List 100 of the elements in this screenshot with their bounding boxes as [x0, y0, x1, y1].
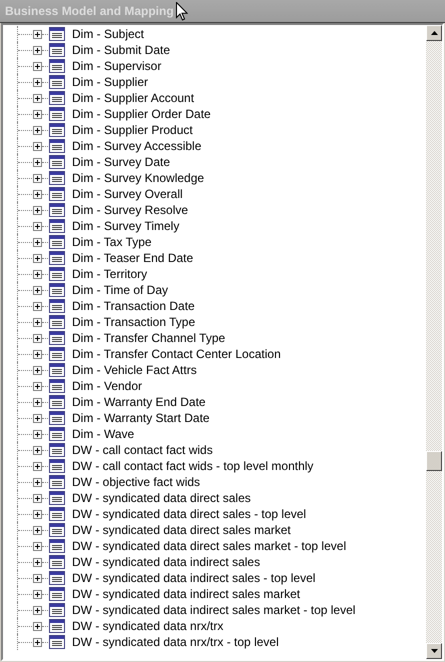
table-icon — [49, 171, 65, 185]
expand-toggle-icon[interactable] — [33, 110, 42, 118]
scroll-up-button[interactable] — [426, 25, 442, 41]
expand-toggle-icon[interactable] — [33, 510, 42, 518]
expand-toggle-icon[interactable] — [33, 622, 42, 630]
expand-toggle-icon[interactable] — [33, 238, 42, 246]
table-icon — [49, 283, 65, 297]
tree-item[interactable]: Dim - Tax Type — [72, 235, 152, 249]
tree-item[interactable]: Dim - Survey Knowledge — [72, 171, 204, 185]
expand-toggle-icon[interactable] — [33, 94, 42, 102]
expand-toggle-icon[interactable] — [33, 382, 42, 390]
expand-toggle-icon[interactable] — [33, 78, 42, 86]
expand-toggle-icon[interactable] — [33, 286, 42, 294]
expand-toggle-icon[interactable] — [33, 46, 42, 54]
expand-toggle-icon[interactable] — [33, 446, 42, 454]
expand-toggle-icon[interactable] — [33, 462, 42, 470]
tree-item[interactable]: DW - syndicated data direct sales - top level — [72, 507, 306, 521]
expand-toggle-icon[interactable] — [33, 222, 42, 230]
tree-item[interactable]: Dim - Supplier Product — [72, 123, 193, 137]
tree-item[interactable]: Dim - Supplier — [72, 75, 148, 89]
expand-toggle-icon[interactable] — [33, 350, 42, 358]
tree-item[interactable]: DW - syndicated data direct sales market — [72, 523, 291, 537]
table-icon — [49, 491, 65, 505]
tree-item[interactable]: DW - syndicated data indirect sales - top level — [72, 571, 316, 585]
expand-toggle-icon[interactable] — [33, 542, 42, 550]
tree-item[interactable]: DW - syndicated data indirect sales market - top level — [72, 603, 356, 617]
tree-item[interactable]: Dim - Transfer Channel Type — [72, 331, 226, 345]
table-icon — [49, 459, 65, 473]
tree-item[interactable]: Dim - Warranty Start Date — [72, 411, 210, 425]
table-icon — [49, 139, 65, 153]
expand-toggle-icon[interactable] — [33, 558, 42, 566]
table-icon — [49, 635, 65, 649]
tree-item[interactable]: Dim - Wave — [72, 427, 134, 441]
tree-item[interactable]: DW - syndicated data indirect sales market — [72, 587, 300, 601]
tree-item[interactable]: Dim - Supervisor — [72, 59, 162, 73]
table-icon — [49, 235, 65, 249]
tree-item[interactable]: DW - call contact fact wids — [72, 443, 213, 457]
expand-toggle-icon[interactable] — [33, 478, 42, 486]
tree-item[interactable]: Dim - Warranty End Date — [72, 395, 206, 409]
table-icon — [49, 107, 65, 121]
panel-title: Business Model and Mapping — [5, 4, 174, 18]
tree-item[interactable]: DW - syndicated data nrx/trx — [72, 619, 224, 633]
expand-toggle-icon[interactable] — [33, 318, 42, 326]
expand-toggle-icon[interactable] — [33, 414, 42, 422]
tree-item[interactable]: DW - call contact fact wids - top level monthly — [72, 459, 314, 473]
table-icon — [49, 203, 65, 217]
tree-item[interactable]: Dim - Territory — [72, 267, 148, 281]
table-icon — [49, 523, 65, 537]
tree-item[interactable]: Dim - Transfer Contact Center Location — [72, 347, 281, 361]
tree-item[interactable]: DW - syndicated data direct sales market - top level — [72, 539, 346, 553]
tree-item[interactable]: Dim - Survey Accessible — [72, 139, 202, 153]
table-icon — [49, 123, 65, 137]
tree-item[interactable]: Dim - Survey Date — [72, 155, 170, 169]
tree-item[interactable]: Dim - Subject — [72, 27, 144, 41]
expand-toggle-icon[interactable] — [33, 270, 42, 278]
expand-toggle-icon[interactable] — [33, 254, 42, 262]
tree-item[interactable]: Dim - Teaser End Date — [72, 251, 194, 265]
expand-toggle-icon[interactable] — [33, 574, 42, 582]
expand-toggle-icon[interactable] — [33, 366, 42, 374]
expand-toggle-icon[interactable] — [33, 334, 42, 342]
expand-toggle-icon[interactable] — [33, 606, 42, 614]
tree-item[interactable]: DW - syndicated data indirect sales — [72, 555, 260, 569]
expand-toggle-icon[interactable] — [33, 158, 42, 166]
tree-item[interactable]: Dim - Vehicle Fact Attrs — [72, 363, 197, 377]
expand-toggle-icon[interactable] — [33, 638, 42, 646]
tree-item[interactable]: Dim - Vendor — [72, 379, 142, 393]
table-icon — [49, 619, 65, 633]
tree-item[interactable]: DW - objective fact wids — [72, 475, 200, 489]
scroll-down-button[interactable] — [426, 643, 442, 659]
tree-item[interactable]: Dim - Time of Day — [72, 283, 168, 297]
expand-toggle-icon[interactable] — [33, 30, 42, 38]
expand-toggle-icon[interactable] — [33, 302, 42, 310]
table-icon — [49, 363, 65, 377]
expand-toggle-icon[interactable] — [33, 190, 42, 198]
expand-toggle-icon[interactable] — [33, 62, 42, 70]
expand-toggle-icon[interactable] — [33, 590, 42, 598]
tree-item[interactable]: Dim - Supplier Account — [72, 91, 194, 105]
tree-item[interactable]: Dim - Supplier Order Date — [72, 107, 211, 121]
expand-toggle-icon[interactable] — [33, 174, 42, 182]
tree-item[interactable]: Dim - Survey Overall — [72, 187, 183, 201]
expand-toggle-icon[interactable] — [33, 494, 42, 502]
table-icon — [49, 187, 65, 201]
table-icon — [49, 571, 65, 585]
tree-item[interactable]: Dim - Survey Resolve — [72, 203, 188, 217]
expand-toggle-icon[interactable] — [33, 526, 42, 534]
expand-toggle-icon[interactable] — [33, 206, 42, 214]
tree-item[interactable]: Dim - Survey Timely — [72, 219, 180, 233]
scrollbar-thumb[interactable] — [426, 451, 442, 471]
tree-item[interactable]: Dim - Submit Date — [72, 43, 170, 57]
expand-toggle-icon[interactable] — [33, 398, 42, 406]
tree-item[interactable]: Dim - Transaction Type — [72, 315, 196, 329]
table-icon — [49, 347, 65, 361]
tree-item[interactable]: Dim - Transaction Date — [72, 299, 195, 313]
tree-item[interactable]: DW - syndicated data direct sales — [72, 491, 251, 505]
up-arrow-icon — [430, 31, 438, 35]
expand-toggle-icon[interactable] — [33, 126, 42, 134]
expand-toggle-icon[interactable] — [33, 430, 42, 438]
mouse-pointer-icon — [176, 2, 188, 21]
tree-item[interactable]: DW - syndicated data nrx/trx - top level — [72, 635, 279, 649]
expand-toggle-icon[interactable] — [33, 142, 42, 150]
